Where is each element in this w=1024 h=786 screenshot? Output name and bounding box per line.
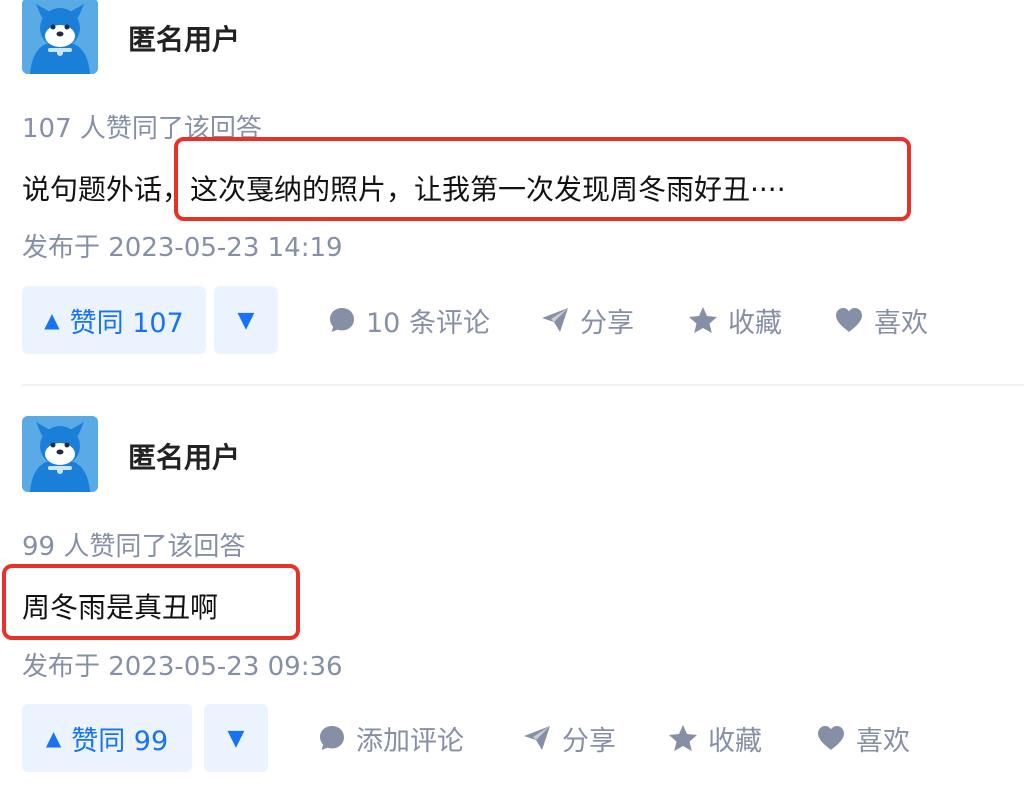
answer-card: 匿名用户 107 人赞同了该回答 说句题外话，这次戛纳的照片，让我第一次发现周冬… (0, 0, 1024, 386)
comment-label: 10 条评论 (366, 307, 490, 339)
upvote-button[interactable]: ▲ 赞同 99 (22, 704, 192, 772)
avatar[interactable] (22, 0, 98, 74)
share-label: 分享 (580, 307, 634, 339)
author-name[interactable]: 匿名用户 (128, 436, 240, 476)
share-label: 分享 (562, 725, 616, 757)
anonymous-avatar-icon (22, 0, 98, 74)
red-highlight-box (2, 564, 300, 640)
like-button[interactable]: 喜欢 (816, 704, 910, 772)
avatar[interactable] (22, 416, 98, 492)
upvote-count-text: 99 人赞同了该回答 (22, 532, 246, 562)
like-button[interactable]: 喜欢 (834, 286, 928, 354)
heart-icon (836, 308, 862, 332)
upvote-button[interactable]: ▲ 赞同 107 (22, 286, 206, 354)
downvote-triangle-icon: ▼ (237, 307, 255, 333)
answer-card: 匿名用户 99 人赞同了该回答 周冬雨是真丑啊 发布于 2023-05-23 0… (0, 386, 1024, 786)
upvote-triangle-icon: ▲ (44, 308, 60, 332)
comment-button[interactable]: 添加评论 (318, 704, 464, 772)
comment-bubble-icon (320, 726, 344, 750)
upvote-label: 赞同 107 (69, 307, 184, 339)
favorite-button[interactable]: 收藏 (688, 286, 782, 354)
comment-label: 添加评论 (356, 725, 464, 757)
like-label: 喜欢 (856, 725, 910, 757)
downvote-triangle-icon: ▼ (227, 725, 245, 751)
anonymous-avatar-icon (22, 416, 98, 492)
red-highlight-box (174, 137, 911, 221)
author-name[interactable]: 匿名用户 (128, 18, 240, 58)
publish-time[interactable]: 发布于 2023-05-23 14:19 (22, 227, 343, 264)
upvote-triangle-icon: ▲ (45, 726, 62, 750)
favorite-label: 收藏 (708, 725, 762, 757)
like-label: 喜欢 (874, 307, 928, 339)
comment-bubble-icon (330, 308, 354, 332)
downvote-button[interactable]: ▼ (204, 704, 268, 772)
share-paper-plane-icon (542, 308, 568, 332)
publish-time[interactable]: 发布于 2023-05-23 09:36 (22, 646, 343, 683)
heart-icon (818, 726, 844, 750)
favorite-label: 收藏 (728, 307, 782, 339)
upvote-label: 赞同 99 (71, 725, 169, 757)
downvote-button[interactable]: ▼ (214, 286, 278, 354)
comment-button[interactable]: 10 条评论 (328, 286, 490, 354)
favorite-button[interactable]: 收藏 (668, 704, 762, 772)
share-button[interactable]: 分享 (540, 286, 634, 354)
share-paper-plane-icon (524, 726, 550, 750)
share-button[interactable]: 分享 (522, 704, 616, 772)
star-icon (689, 307, 717, 333)
star-icon (669, 725, 697, 751)
